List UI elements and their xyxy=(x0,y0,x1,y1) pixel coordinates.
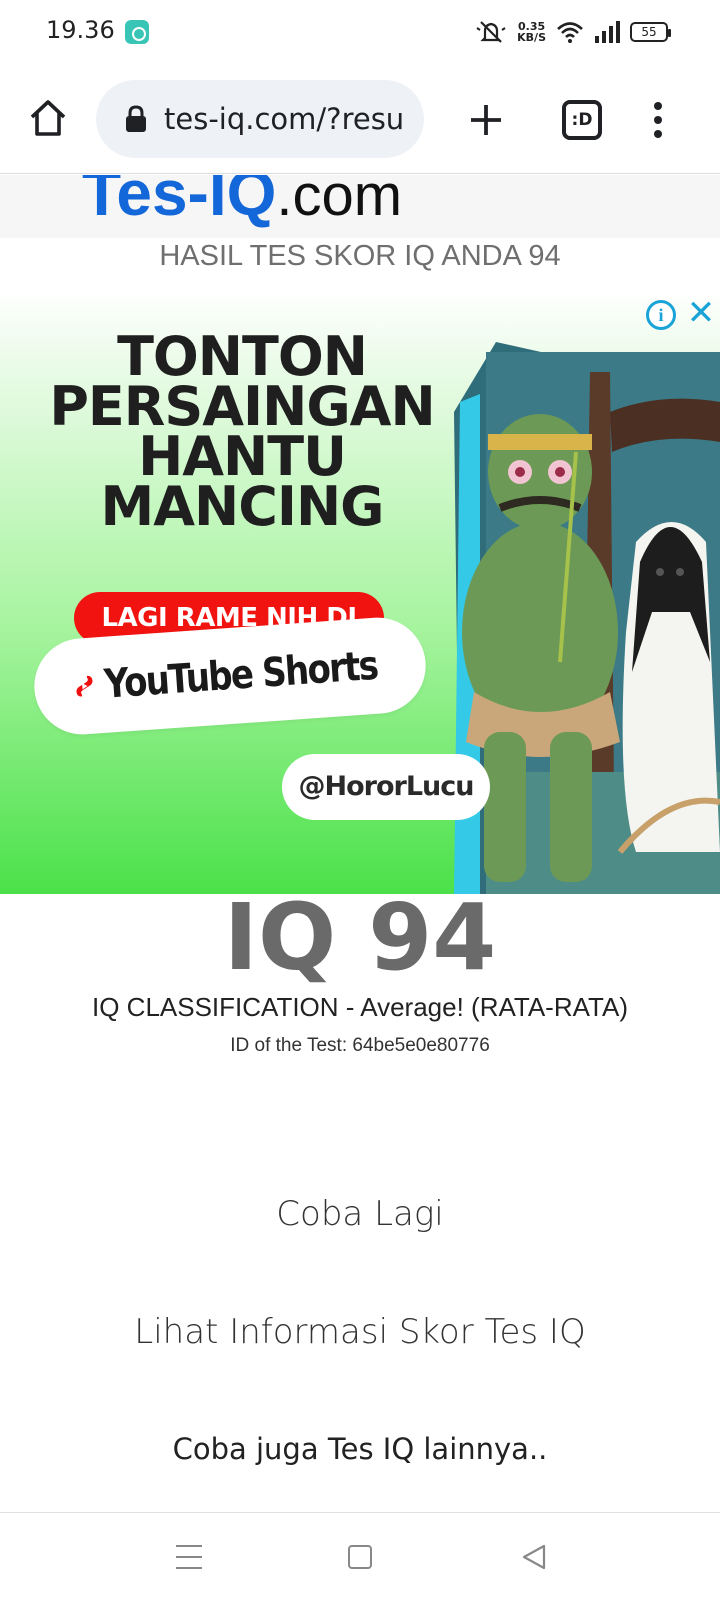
iq-score: IQ 94 xyxy=(223,884,497,991)
recent-apps-icon-line xyxy=(176,1545,202,1547)
recent-apps-icon[interactable] xyxy=(176,1545,202,1569)
ad-close-icon[interactable]: ✕ xyxy=(686,296,716,330)
site-header: Tes-IQ.com xyxy=(0,175,720,238)
back-triangle-icon[interactable] xyxy=(520,1543,548,1571)
home-icon xyxy=(30,100,66,136)
mute-icon xyxy=(476,21,506,43)
more-menu-button[interactable] xyxy=(646,96,670,144)
more-vert-icon-dot xyxy=(654,102,662,110)
system-nav-bar xyxy=(0,1512,720,1600)
recent-apps-icon-line xyxy=(176,1567,202,1569)
home-button[interactable] xyxy=(26,96,70,140)
iq-info-link[interactable]: Lihat Informasi Skor Tes IQ xyxy=(0,1312,720,1352)
result-heading: HASIL TES SKOR IQ ANDA 94 xyxy=(159,240,561,272)
site-logo-domain: .com xyxy=(276,175,403,228)
recent-apps-icon-line xyxy=(176,1556,202,1558)
battery-icon: 55 xyxy=(630,22,671,42)
status-bar: 19.36 0.35 KB/S 55 xyxy=(0,0,720,64)
test-id: ID of the Test: 64be5e0e80776 xyxy=(230,1035,490,1056)
tab-switcher-button[interactable]: :D xyxy=(562,100,602,140)
lock-icon xyxy=(122,103,150,135)
ad-handle: @HororLucu xyxy=(282,754,490,820)
ad-platform-text: YouTube Shorts xyxy=(102,642,379,708)
more-tests-link[interactable]: Coba juga Tes IQ lainnya.. xyxy=(0,1432,720,1466)
browser-toolbar: tes-iq.com/?resu :D xyxy=(0,64,720,174)
more-vert-icon-dot xyxy=(654,130,662,138)
plus-icon xyxy=(471,105,501,135)
ad-headline-line: MANCING xyxy=(100,475,385,538)
home-square-icon[interactable] xyxy=(348,1545,372,1569)
iq-classification: IQ CLASSIFICATION - Average! (RATA-RATA) xyxy=(92,992,628,1022)
ad-illustration xyxy=(454,342,720,894)
site-logo-name: Tes-IQ xyxy=(82,175,277,229)
signal-icon xyxy=(595,21,620,43)
ad-info-icon[interactable]: i xyxy=(646,300,676,330)
status-indicators: 0.35 KB/S 55 xyxy=(475,14,671,50)
retry-button[interactable]: Coba Lagi xyxy=(0,1194,720,1234)
advertisement-banner[interactable]: TONTON PERSAINGAN HANTU MANCING LAGI RAM… xyxy=(0,292,720,894)
more-vert-icon-dot xyxy=(654,116,662,124)
wifi-icon xyxy=(557,22,583,43)
status-time: 19.36 xyxy=(46,16,115,44)
url-bar[interactable]: tes-iq.com/?resu xyxy=(96,80,424,158)
youtube-shorts-icon xyxy=(76,675,93,697)
site-logo[interactable]: Tes-IQ.com xyxy=(82,175,402,236)
app-notification-icon xyxy=(125,20,149,44)
ad-headline: TONTON PERSAINGAN HANTU MANCING xyxy=(42,330,442,538)
network-speed: 0.35 KB/S xyxy=(517,21,546,43)
new-tab-button[interactable] xyxy=(464,98,508,142)
url-text: tes-iq.com/?resu xyxy=(164,102,405,136)
network-speed-unit: KB/S xyxy=(517,31,546,44)
